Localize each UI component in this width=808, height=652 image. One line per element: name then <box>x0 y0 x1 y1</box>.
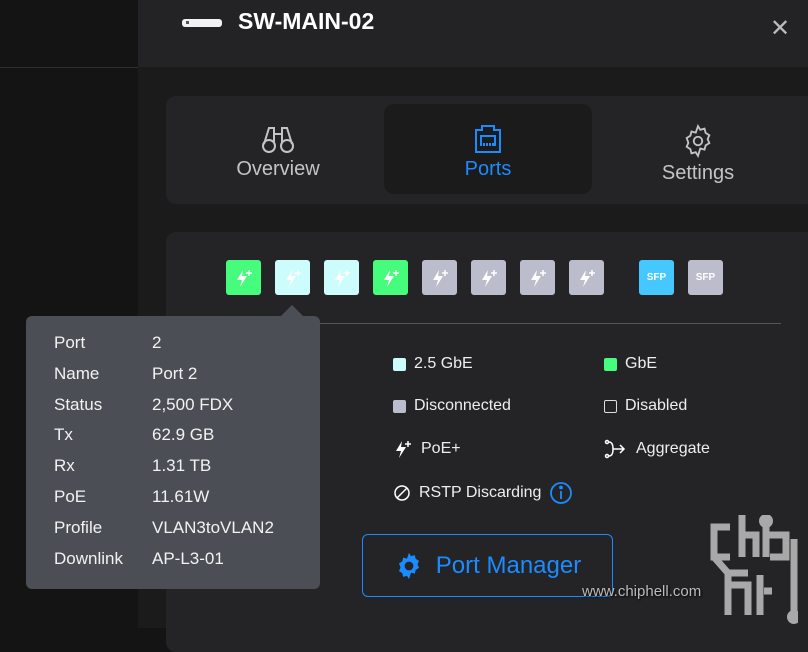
gear-icon <box>685 124 711 158</box>
legend-2-5gbe: 2.5 GbE <box>393 355 473 373</box>
legend-label: Disconnected <box>414 397 511 414</box>
sfp-port-1[interactable]: SFP <box>639 260 674 295</box>
tooltip-row: Port 2 <box>54 333 320 364</box>
tab-settings[interactable]: Settings <box>594 104 802 194</box>
poe-bolt-icon <box>334 269 350 287</box>
tooltip-row: PoE 11.61W <box>54 487 320 518</box>
tooltip-value: AP-L3-01 <box>152 548 224 568</box>
tooltip-row: Status 2,500 FDX <box>54 395 320 426</box>
swatch <box>393 357 406 371</box>
tooltip-row: Tx 62.9 GB <box>54 425 320 456</box>
sfp-label: SFP <box>646 272 667 283</box>
aggregate-icon <box>604 439 626 459</box>
port-1[interactable] <box>226 260 261 295</box>
poe-bolt-icon <box>383 269 399 287</box>
info-icon[interactable] <box>549 481 573 505</box>
tooltip-key: Port <box>54 333 86 352</box>
sfp-label: SFP <box>695 272 716 283</box>
legend-label: PoE+ <box>421 440 461 457</box>
poe-bolt-icon <box>285 269 301 287</box>
tooltip-value: 62.9 GB <box>152 425 215 445</box>
legend-disconnected: Disconnected <box>393 397 511 415</box>
port-tooltip: Port 2 Name Port 2 Status 2,500 FDX Tx 62.9 GB R… <box>26 316 320 589</box>
chiphell-logo <box>710 515 798 624</box>
tooltip-row: Rx 1.31 TB <box>54 456 320 487</box>
tab-ports[interactable]: Ports <box>384 104 592 194</box>
tab-label: Settings <box>661 162 735 184</box>
legend-poe: PoE+ <box>393 439 461 459</box>
swatch <box>604 357 617 371</box>
tab-label: Overview <box>236 158 320 180</box>
swatch <box>393 399 406 413</box>
legend-disabled: Disabled <box>604 397 687 415</box>
tooltip-row: Downlink AP-L3-01 <box>54 549 320 580</box>
watermark-url: www.chiphell.com <box>582 583 702 600</box>
ethernet-port-icon <box>475 125 501 153</box>
poe-bolt-icon <box>481 269 497 287</box>
tooltip-key: Name <box>54 363 100 383</box>
port-3[interactable] <box>324 260 359 295</box>
tooltip-value: Port 2 <box>152 363 198 383</box>
poe-bolt-icon <box>530 269 546 287</box>
switch-icon <box>182 19 222 27</box>
tooltip-value: 2 <box>152 333 162 352</box>
port-6[interactable] <box>471 260 506 295</box>
legend-label: RSTP Discarding <box>419 484 542 501</box>
port-2[interactable] <box>275 260 310 295</box>
legend-aggregate: Aggregate <box>604 439 710 459</box>
tooltip-value: 11.61W <box>152 486 210 506</box>
panel-header: SW-MAIN-02 ✕ <box>138 0 808 67</box>
button-label: Port Manager <box>435 551 582 579</box>
tooltip-row: Name Port 2 <box>54 364 320 395</box>
swatch <box>604 399 617 413</box>
poe-bolt-icon <box>579 269 595 287</box>
tab-label: Ports <box>464 158 512 180</box>
close-button[interactable]: ✕ <box>770 14 790 43</box>
legend-rstp: RSTP Discarding <box>393 481 573 505</box>
tooltip-key: Downlink <box>54 548 123 568</box>
tooltip-key: Status <box>54 394 103 414</box>
tooltip-key: Rx <box>54 456 75 476</box>
gear-icon <box>398 552 419 579</box>
tab-overview[interactable]: Overview <box>174 104 382 194</box>
tooltip-row: Profile VLAN3toVLAN2 <box>54 518 320 549</box>
tooltip-key: Profile <box>54 517 103 537</box>
port-5[interactable] <box>422 260 457 295</box>
tooltip-key: PoE <box>54 486 87 506</box>
device-title: SW-MAIN-02 <box>238 8 375 34</box>
legend-label: Disabled <box>625 397 688 414</box>
divider <box>0 67 138 68</box>
legend-label: 2.5 GbE <box>414 355 473 372</box>
legend-label: Aggregate <box>636 440 710 457</box>
port-7[interactable] <box>520 260 555 295</box>
poe-bolt-icon <box>396 441 411 458</box>
port-4[interactable] <box>373 260 408 295</box>
tooltip-key: Tx <box>54 425 73 445</box>
tooltip-value: 1.31 TB <box>152 456 212 476</box>
rstp-discarding-icon <box>394 485 410 501</box>
poe-bolt-icon <box>432 269 448 287</box>
divider <box>320 323 781 324</box>
tooltip-value: 2,500 FDX <box>152 394 234 414</box>
sfp-port-2[interactable]: SFP <box>688 260 723 295</box>
tooltip-value: VLAN3toVLAN2 <box>152 517 274 537</box>
port-8[interactable] <box>569 260 604 295</box>
port-manager-button[interactable]: Port Manager <box>362 534 613 597</box>
binoculars-icon <box>262 127 294 153</box>
tab-bar: Overview Ports Settings <box>166 96 808 204</box>
poe-bolt-icon <box>236 269 252 287</box>
legend-gbe: GbE <box>604 355 657 373</box>
legend-label: GbE <box>625 355 658 372</box>
